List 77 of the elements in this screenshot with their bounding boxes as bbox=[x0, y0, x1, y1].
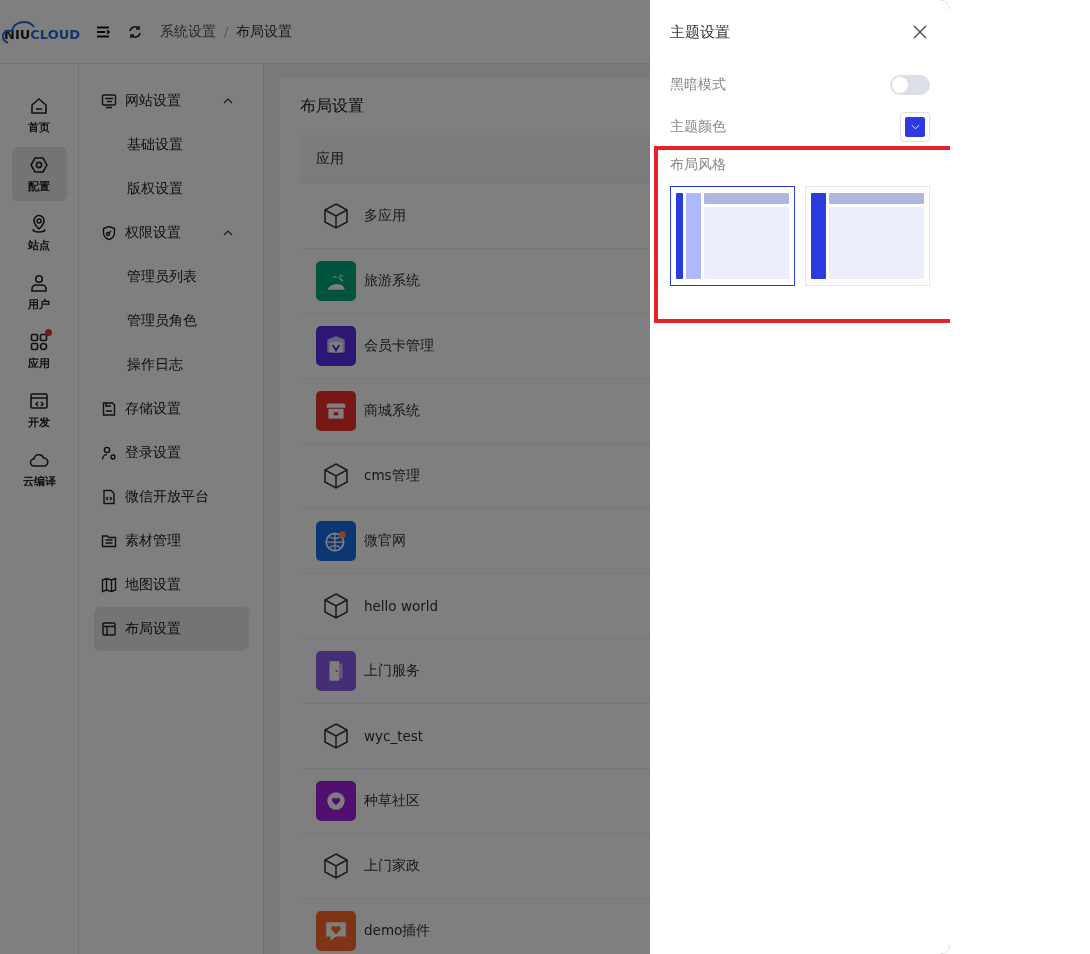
layout-option[interactable] bbox=[670, 186, 795, 286]
submenu-item[interactable]: 版权设置 bbox=[94, 167, 249, 211]
submenu-item[interactable]: 操作日志 bbox=[94, 343, 249, 387]
globe-app-icon bbox=[316, 521, 356, 561]
rail-item[interactable]: 配置 bbox=[11, 147, 67, 201]
table-cell: hello world bbox=[364, 598, 439, 614]
badge-app-icon bbox=[316, 326, 356, 366]
menu-item[interactable]: 网站设置 bbox=[94, 79, 249, 123]
layout-icon bbox=[101, 621, 117, 637]
menu-item[interactable]: 布局设置 bbox=[94, 607, 249, 651]
table-cell: 微官网 bbox=[364, 532, 406, 550]
rail-label: 站点 bbox=[28, 237, 50, 253]
refresh-icon[interactable] bbox=[128, 24, 143, 39]
breadcrumb-item[interactable]: 布局设置 bbox=[236, 22, 293, 41]
rail-label: 首页 bbox=[28, 119, 50, 135]
menu-item[interactable]: 权限设置 bbox=[94, 211, 249, 255]
setting-label: 主题颜色 bbox=[670, 118, 726, 136]
rail-label: 用户 bbox=[28, 296, 50, 312]
breadcrumb-item[interactable]: 系统设置 bbox=[160, 22, 217, 41]
table-cell: 种草社区 bbox=[364, 792, 420, 810]
cube-icon bbox=[323, 592, 349, 620]
menu-icon[interactable] bbox=[96, 25, 111, 38]
cube-icon bbox=[323, 852, 349, 880]
usergear-icon bbox=[101, 445, 117, 461]
table-cell: 商城系统 bbox=[364, 402, 420, 420]
hexagon-icon bbox=[29, 154, 49, 175]
cube-icon bbox=[323, 462, 349, 490]
column-header: 应用 bbox=[316, 150, 344, 168]
menu-item[interactable]: 微信开放平台 bbox=[94, 475, 249, 519]
table-cell: 多应用 bbox=[364, 207, 406, 225]
rail-label: 云编译 bbox=[22, 473, 56, 489]
menu-item[interactable]: 地图设置 bbox=[94, 563, 249, 607]
setting-label: 黑暗模式 bbox=[670, 76, 726, 94]
page-title: 布局设置 bbox=[300, 96, 365, 117]
submenu-item[interactable]: 管理员列表 bbox=[94, 255, 249, 299]
menu-item[interactable]: 存储设置 bbox=[94, 387, 249, 431]
menu-item[interactable]: 登录设置 bbox=[94, 431, 249, 475]
rail-label: 开发 bbox=[28, 414, 50, 430]
rail-item[interactable]: 用户 bbox=[11, 265, 67, 319]
user-icon bbox=[29, 272, 49, 293]
folder-icon bbox=[101, 533, 117, 549]
rail-label: 配置 bbox=[28, 178, 50, 194]
toggle-switch[interactable] bbox=[890, 75, 930, 95]
monitor-icon bbox=[101, 93, 117, 109]
door-app-icon bbox=[316, 651, 356, 691]
home-icon bbox=[29, 95, 49, 116]
code-icon bbox=[29, 390, 49, 411]
table-cell: wyc_test bbox=[364, 728, 424, 744]
submenu-item[interactable]: 管理员角色 bbox=[94, 299, 249, 343]
cube-icon bbox=[323, 722, 349, 750]
rail-item[interactable]: 云编译 bbox=[11, 442, 67, 496]
rail-label: 应用 bbox=[28, 355, 50, 371]
shop-app-icon bbox=[316, 391, 356, 431]
file-icon bbox=[101, 489, 117, 505]
table-cell: 上门家政 bbox=[364, 857, 420, 875]
close-icon[interactable] bbox=[913, 25, 927, 39]
table-cell: 上门服务 bbox=[364, 662, 420, 680]
submenu-item[interactable]: 基础设置 bbox=[94, 123, 249, 167]
palm-app-icon bbox=[316, 261, 356, 301]
heart-app-icon bbox=[316, 781, 356, 821]
menu-item[interactable]: 素材管理 bbox=[94, 519, 249, 563]
table-cell: cms管理 bbox=[364, 467, 420, 485]
rail-item[interactable]: 应用 bbox=[11, 324, 67, 378]
table-cell: demo插件 bbox=[364, 922, 431, 940]
grid-icon bbox=[29, 331, 49, 352]
setting-label: 布局风格 bbox=[670, 156, 726, 172]
rail-item[interactable]: 开发 bbox=[11, 383, 67, 437]
cube-icon bbox=[323, 202, 349, 230]
drawer-title: 主题设置 bbox=[670, 22, 730, 42]
map-icon bbox=[101, 577, 117, 593]
shield-icon bbox=[101, 225, 117, 241]
table-cell: 旅游系统 bbox=[364, 272, 420, 290]
rail-item[interactable]: 首页 bbox=[11, 88, 67, 142]
rail-item[interactable]: 站点 bbox=[11, 206, 67, 260]
chat-app-icon bbox=[316, 911, 356, 951]
breadcrumb-separator: / bbox=[224, 24, 229, 39]
table-cell: 会员卡管理 bbox=[364, 337, 434, 355]
